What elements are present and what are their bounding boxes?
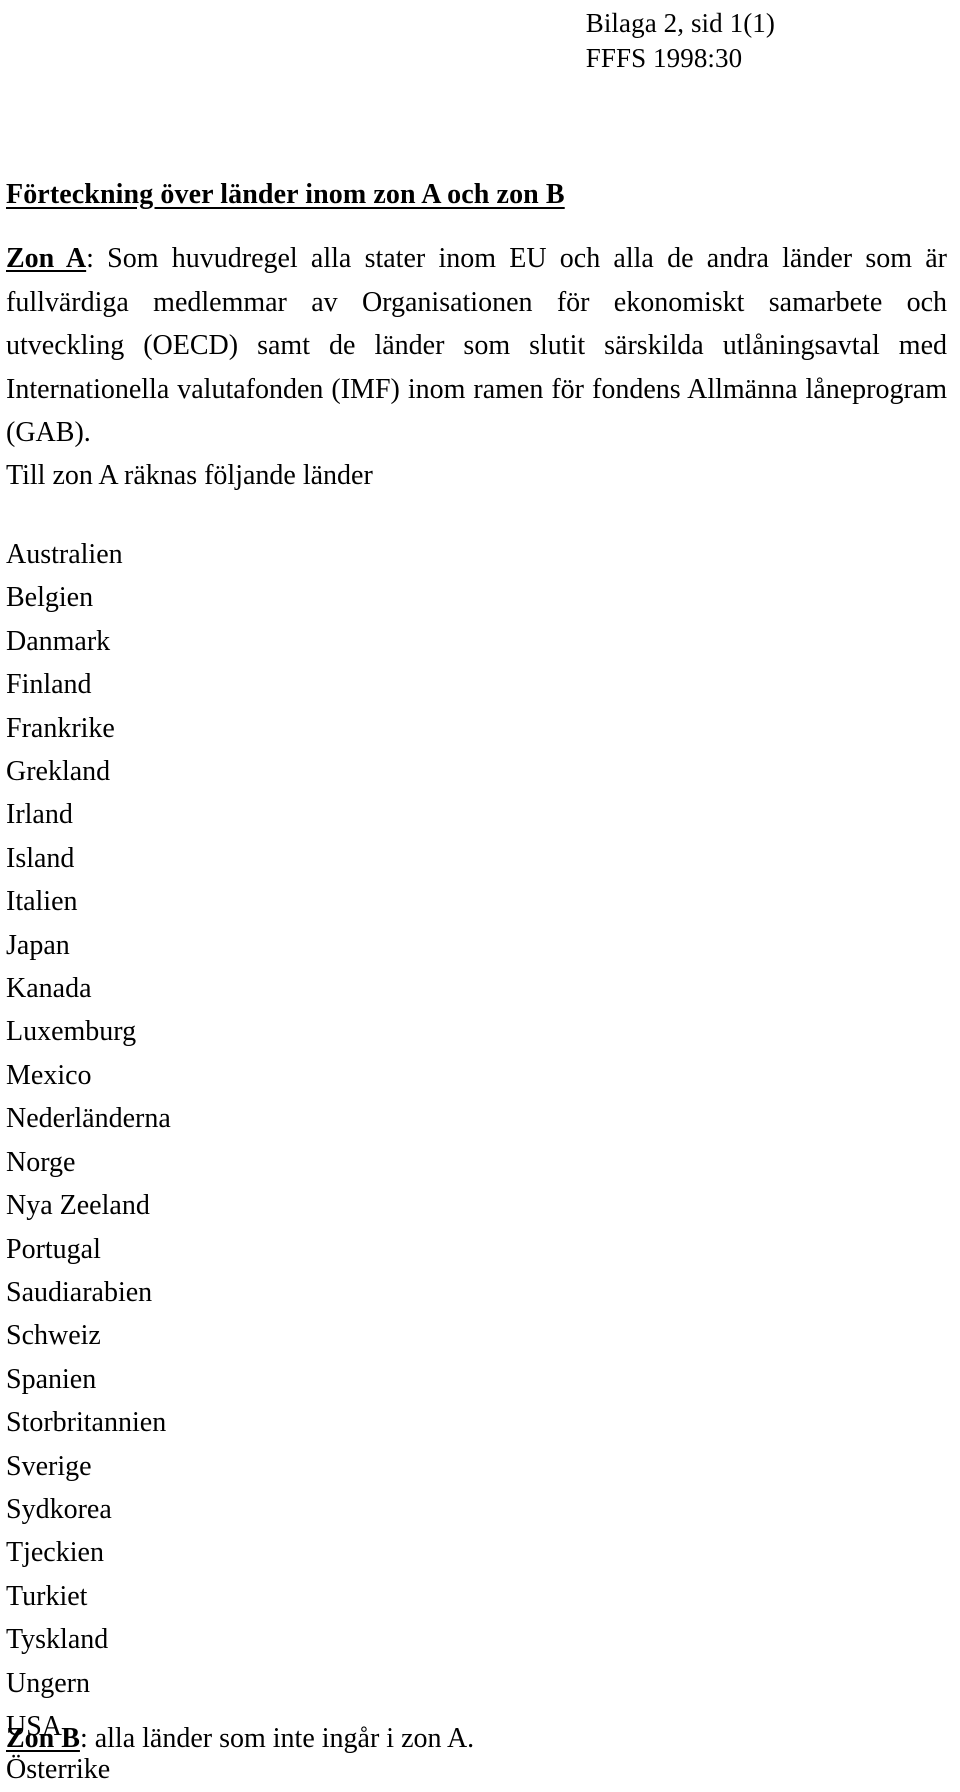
zone-b-definition-paragraph: Zon B: alla länder som inte ingår i zon … [6, 1723, 474, 1755]
list-item: Island [6, 842, 75, 874]
country-list-intro: Till zon A räknas följande länder [6, 460, 373, 491]
list-item: Italien [6, 886, 78, 918]
list-item: Australien [6, 539, 123, 570]
list-item: Turkiet [6, 1580, 88, 1612]
list-item: Ungern [6, 1667, 90, 1699]
header-appendix-reference: Bilaga 2, sid 1(1) [585, 8, 775, 38]
list-item: Sverige [6, 1450, 92, 1482]
zone-a-definition-text: : Som huvudregel alla stater inom EU och… [6, 243, 947, 448]
document-page: Bilaga 2, sid 1(1) FFFS 1998:30 Förteckn… [0, 0, 960, 1785]
list-item: Danmark [6, 625, 111, 657]
list-item: Nederländerna [6, 1103, 171, 1135]
list-item: Luxemburg [6, 1016, 137, 1048]
zone-b-definition-text: : alla länder som inte ingår i zon A. [79, 1723, 475, 1754]
list-item: Japan [6, 929, 70, 961]
list-item: Finland [6, 669, 92, 701]
list-item: Schweiz [6, 1320, 101, 1352]
list-item: Kanada [6, 973, 92, 1005]
list-item: Norge [6, 1146, 76, 1178]
list-item: Nya Zeeland [6, 1190, 150, 1222]
zone-a-definition-paragraph: Zon A: Som huvudregel alla stater inom E… [6, 237, 947, 455]
list-item: Frankrike [6, 712, 115, 744]
list-item: Mexico [6, 1059, 92, 1091]
page-title: Förteckning över länder inom zon A och z… [6, 178, 565, 210]
list-item: Tyskland [6, 1624, 109, 1656]
list-item: Grekland [6, 756, 111, 788]
header-regulation-code: FFFS 1998:30 [585, 42, 743, 73]
list-item: Saudiarabien [6, 1276, 153, 1308]
list-item: Irland [6, 799, 73, 831]
zone-b-label: Zon B [6, 1723, 80, 1754]
zone-a-country-list: Australien Belgien Danmark Finland Frank… [6, 533, 171, 1792]
list-item: Belgien [6, 582, 94, 614]
list-item: Spanien [6, 1363, 97, 1395]
list-item: Tjeckien [6, 1537, 104, 1569]
list-item: Portugal [6, 1233, 101, 1265]
list-item: Storbritannien [6, 1407, 167, 1439]
list-item: Sydkorea [6, 1493, 112, 1525]
zone-a-label: Zon A [6, 243, 87, 274]
document-header: Bilaga 2, sid 1(1) FFFS 1998:30 [586, 6, 775, 75]
